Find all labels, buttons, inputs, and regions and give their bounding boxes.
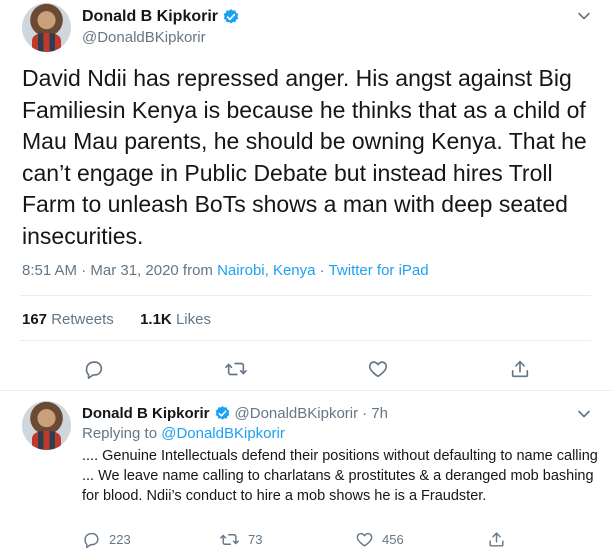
tweet-source-link[interactable]: Twitter for iPad — [329, 262, 429, 279]
reply-time[interactable]: · 7h — [362, 405, 388, 422]
reply-retweet-button[interactable]: 73 — [219, 530, 262, 549]
author-avatar[interactable] — [22, 3, 71, 52]
tweet-text: David Ndii has repressed anger. His angs… — [22, 65, 587, 249]
divider — [20, 340, 591, 341]
share-icon — [509, 358, 531, 380]
divider — [0, 390, 611, 391]
reply-count: 223 — [109, 532, 131, 547]
like-button[interactable] — [362, 353, 394, 385]
reply-author-name[interactable]: Donald B Kipkorir — [82, 405, 210, 422]
reply-button[interactable] — [78, 353, 110, 385]
tweet-stats: 167 Retweets 1.1K Likes — [22, 311, 211, 328]
reply-header: Donald B Kipkorir @DonaldBKipkorir · 7h — [82, 402, 388, 424]
share-button[interactable] — [504, 353, 536, 385]
replying-to: Replying to @DonaldBKipkorir — [82, 425, 285, 442]
like-icon — [355, 530, 374, 549]
like-count: 456 — [382, 532, 404, 547]
tweet-meta: 8:51 AM · Mar 31, 2020 from Nairobi, Ken… — [22, 262, 429, 279]
reply-author-handle[interactable]: @DonaldBKipkorir — [235, 405, 359, 422]
reply-reply-button[interactable]: 223 — [82, 530, 131, 549]
verified-badge-icon — [214, 405, 231, 422]
tweet-location-link[interactable]: Nairobi, Kenya — [217, 262, 315, 279]
replying-label: Replying to — [82, 425, 158, 442]
tweet-timestamp[interactable]: 8:51 AM · Mar 31, 2020 from — [22, 262, 213, 279]
share-icon — [487, 530, 506, 549]
retweet-count: 73 — [248, 532, 263, 547]
reply-icon — [83, 358, 105, 380]
chevron-down-icon[interactable] — [574, 404, 594, 424]
likes-count: 1.1K — [140, 311, 172, 328]
reply-author-avatar[interactable] — [22, 401, 71, 450]
author-name[interactable]: Donald B Kipkorir — [82, 8, 218, 26]
retweet-icon — [219, 530, 240, 549]
retweets-stat[interactable]: 167 Retweets — [22, 311, 114, 328]
retweet-icon — [224, 358, 248, 380]
divider — [20, 295, 591, 296]
replying-handle-link[interactable]: @DonaldBKipkorir — [161, 425, 285, 442]
likes-label: Likes — [175, 311, 211, 328]
meta-separator: · — [319, 262, 325, 279]
chevron-down-icon[interactable] — [574, 6, 594, 26]
reply-text: .... Genuine Intellectuals defend their … — [82, 448, 598, 504]
author-handle[interactable]: @DonaldBKipkorir — [82, 29, 206, 46]
reply-share-button[interactable] — [487, 530, 506, 549]
retweets-count: 167 — [22, 311, 48, 328]
reply-icon — [82, 530, 101, 549]
verified-badge-icon — [222, 8, 240, 26]
retweet-button[interactable] — [220, 353, 252, 385]
author-name-row[interactable]: Donald B Kipkorir — [82, 6, 240, 28]
like-icon — [367, 358, 389, 380]
reply-like-button[interactable]: 456 — [355, 530, 404, 549]
likes-stat[interactable]: 1.1K Likes — [140, 311, 211, 328]
retweets-label: Retweets — [51, 311, 114, 328]
